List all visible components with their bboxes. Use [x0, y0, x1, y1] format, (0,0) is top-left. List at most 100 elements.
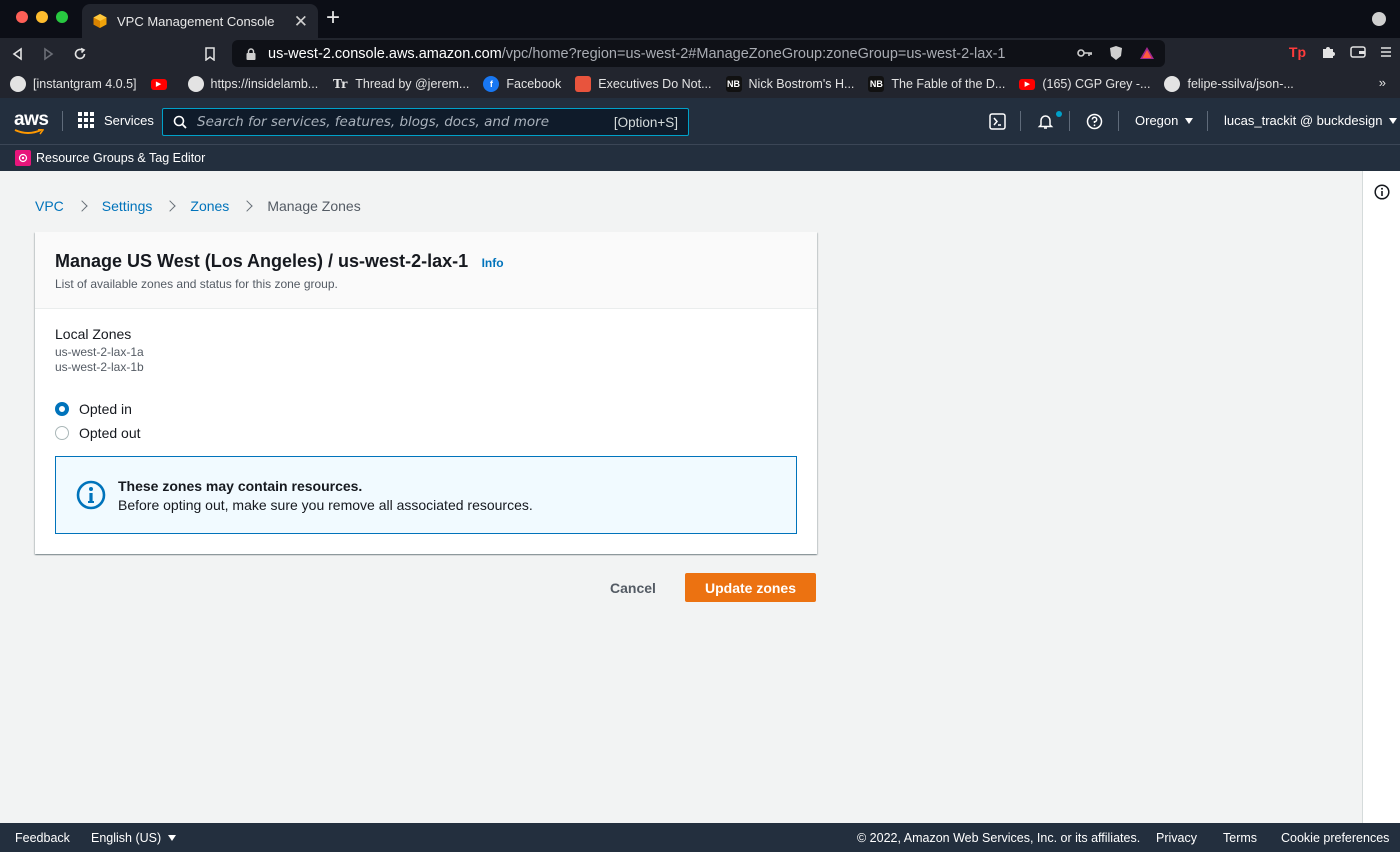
cloudshell-icon[interactable]: [988, 112, 1006, 130]
bookmark-item[interactable]: NB The Fable of the D...: [868, 76, 1005, 92]
tp-extension-icon[interactable]: Tp: [1289, 44, 1306, 60]
region-selector[interactable]: Oregon: [1135, 113, 1194, 128]
panel-header: Manage US West (Los Angeles) / us-west-2…: [35, 232, 817, 309]
globe-icon: [187, 76, 204, 92]
account-menu[interactable]: lucas_trackit @ buckdesign: [1224, 113, 1398, 128]
window-close-icon[interactable]: [16, 11, 28, 23]
manage-zones-panel: Manage US West (Los Angeles) / us-west-2…: [35, 232, 817, 554]
local-zones-label: Local Zones: [55, 326, 132, 342]
url-host: us-west-2.console.aws.amazon.com: [268, 45, 502, 62]
zone-item: us-west-2-lax-1a: [55, 345, 144, 359]
bookmark-item[interactable]: NB Nick Bostrom's H...: [725, 76, 855, 92]
bookmark-label: Thread by @jerem...: [355, 77, 470, 91]
bookmark-icon[interactable]: [200, 44, 220, 64]
notifications-bell-icon[interactable]: [1036, 112, 1054, 130]
radio-opted-out[interactable]: Opted out: [55, 421, 797, 445]
globe-icon: [10, 76, 26, 92]
nav-separator: [1020, 111, 1021, 131]
search-input[interactable]: [197, 114, 614, 130]
alert-title: These zones may contain resources.: [118, 477, 363, 494]
key-icon[interactable]: [1077, 47, 1093, 59]
chevron-right-icon: [76, 200, 88, 212]
update-zones-button[interactable]: Update zones: [685, 573, 816, 602]
nav-separator: [1207, 111, 1208, 131]
breadcrumb-settings[interactable]: Settings: [102, 198, 153, 214]
global-search: [Option+S]: [162, 108, 689, 136]
menu-icon[interactable]: [1380, 45, 1392, 59]
language-label: English (US): [91, 831, 162, 845]
forward-icon[interactable]: [38, 44, 58, 64]
address-bar[interactable]: us-west-2.console.aws.amazon.com/vpc/hom…: [232, 40, 1165, 67]
reload-icon[interactable]: [70, 44, 90, 64]
youtube-icon: ▶: [1019, 78, 1036, 90]
bookmark-label: Nick Bostrom's H...: [748, 77, 855, 91]
breadcrumb-vpc[interactable]: VPC: [35, 198, 64, 214]
resource-groups-link[interactable]: Resource Groups & Tag Editor: [36, 151, 205, 165]
account-label: lucas_trackit @ buckdesign: [1224, 113, 1383, 128]
wallet-icon[interactable]: [1350, 45, 1366, 59]
github-icon: [1164, 76, 1181, 92]
bookmark-label: Executives Do Not...: [598, 77, 712, 91]
help-panel-rail: [1362, 171, 1400, 823]
aws-logo[interactable]: aws: [14, 109, 49, 131]
aws-top-nav: aws Services [Option+S] Oregon lucas_tra…: [0, 98, 1400, 144]
info-panel-icon[interactable]: [1374, 184, 1390, 200]
window-minimize-icon[interactable]: [36, 11, 48, 23]
radio-label: Opted in: [79, 401, 132, 417]
lock-icon: [246, 47, 256, 60]
language-selector[interactable]: English (US): [91, 831, 177, 845]
bookmark-label: felipe-ssilva/json-...: [1187, 77, 1294, 91]
radio-button-unchecked[interactable]: [55, 426, 69, 440]
tab-search-icon[interactable]: [1372, 12, 1386, 26]
tab-title: VPC Management Console: [117, 13, 275, 29]
bookmark-item[interactable]: [instantgram 4.0.5]: [10, 76, 137, 92]
browser-toolbar: us-west-2.console.aws.amazon.com/vpc/hom…: [0, 38, 1400, 70]
brave-rewards-icon[interactable]: [1139, 46, 1155, 60]
info-link[interactable]: Info: [482, 256, 504, 270]
bookmark-item[interactable]: Tr Thread by @jerem...: [332, 76, 469, 92]
bookmark-item[interactable]: Executives Do Not...: [575, 76, 712, 92]
brave-shield-icon[interactable]: [1109, 45, 1123, 61]
feedback-link[interactable]: Feedback: [15, 831, 70, 845]
back-icon[interactable]: [8, 44, 28, 64]
caret-down-icon: [1389, 117, 1398, 124]
cookie-preferences-link[interactable]: Cookie preferences: [1281, 831, 1389, 845]
services-grid-icon: [78, 112, 94, 128]
help-icon[interactable]: [1085, 112, 1103, 130]
new-tab-icon[interactable]: +: [326, 6, 340, 30]
tab-close-icon[interactable]: ✕: [294, 13, 308, 30]
radio-opted-in[interactable]: Opted in: [55, 397, 797, 421]
radio-button-checked[interactable]: [55, 402, 69, 416]
breadcrumb: VPC Settings Zones Manage Zones: [35, 198, 361, 214]
caret-down-icon: [168, 835, 177, 841]
breadcrumb-zones[interactable]: Zones: [190, 198, 229, 214]
chevron-right-icon: [241, 200, 253, 212]
bookmark-item[interactable]: ▶ (165) CGP Grey -...: [1019, 77, 1150, 91]
window-maximize-icon[interactable]: [56, 11, 68, 23]
cancel-button[interactable]: Cancel: [595, 573, 671, 602]
terms-link[interactable]: Terms: [1223, 831, 1257, 845]
nb-icon: NB: [725, 76, 742, 92]
page-title: Manage US West (Los Angeles) / us-west-2…: [55, 251, 469, 271]
panel-description: List of available zones and status for t…: [55, 277, 338, 291]
facebook-icon: f: [483, 76, 500, 92]
privacy-link[interactable]: Privacy: [1156, 831, 1197, 845]
bookmark-item[interactable]: felipe-ssilva/json-...: [1164, 76, 1294, 92]
bookmark-item[interactable]: https://insidelamb...: [187, 76, 318, 92]
bookmark-label: (165) CGP Grey -...: [1042, 77, 1151, 91]
browser-tab[interactable]: VPC Management Console ✕: [82, 4, 318, 38]
info-icon: [76, 480, 106, 510]
browser-tab-bar: VPC Management Console ✕ +: [0, 0, 1400, 38]
services-menu-button[interactable]: Services: [78, 112, 154, 128]
bookmarks-overflow-icon[interactable]: »: [1379, 75, 1386, 90]
info-alert: These zones may contain resources. Befor…: [55, 456, 797, 534]
youtube-icon: ▶: [150, 78, 167, 90]
alert-text: Before opting out, make sure you remove …: [118, 496, 533, 513]
bookmark-item[interactable]: ▶: [150, 78, 174, 90]
bookmark-label: [instantgram 4.0.5]: [33, 77, 137, 91]
copyright-text: © 2022, Amazon Web Services, Inc. or its…: [857, 831, 1141, 845]
extensions-puzzle-icon[interactable]: [1320, 44, 1336, 60]
bookmark-item[interactable]: f Facebook: [483, 76, 561, 92]
search-shortcut-hint: [Option+S]: [613, 114, 678, 130]
region-label: Oregon: [1135, 113, 1179, 128]
